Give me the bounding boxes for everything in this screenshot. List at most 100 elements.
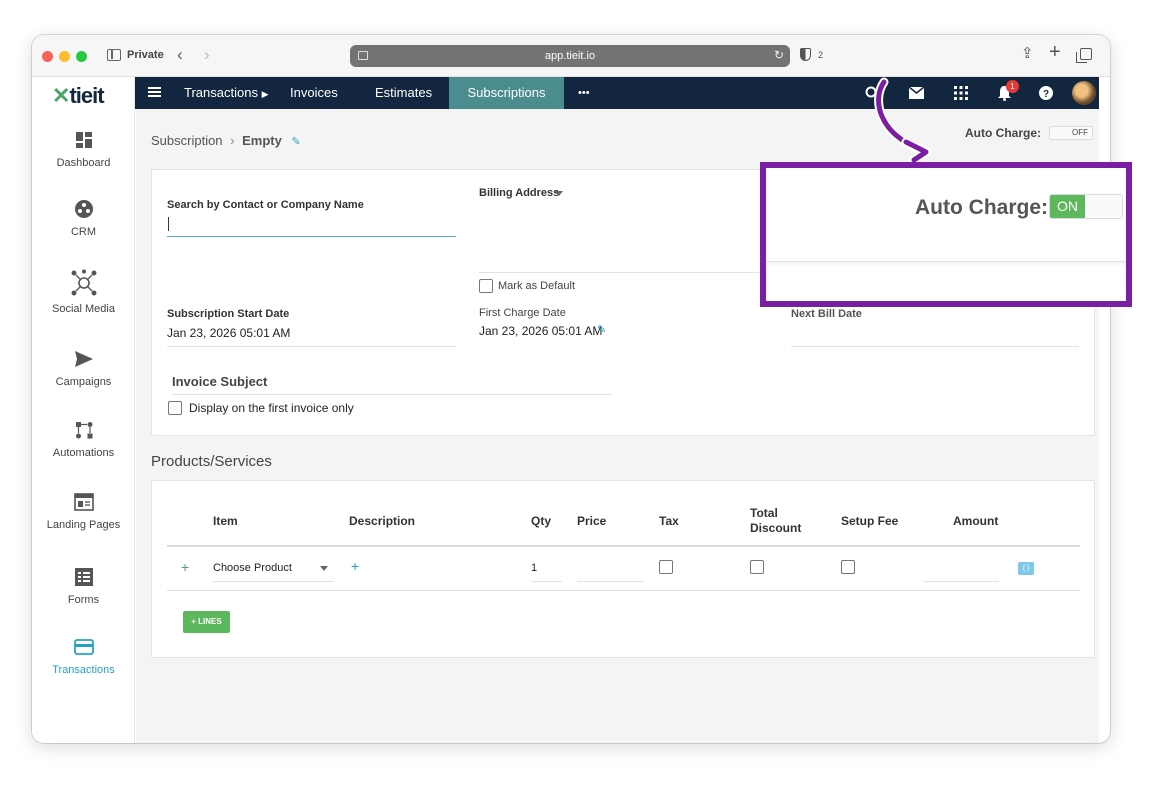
auto-charge-callout: Auto Charge: ON	[760, 162, 1132, 307]
help-icon[interactable]: ?	[1039, 86, 1053, 100]
top-navigation: Transactions ▶ Invoices Estimates Subscr…	[135, 77, 1099, 115]
qty-input[interactable]: 1	[531, 562, 537, 574]
sidebar-item-label: Dashboard	[56, 157, 111, 169]
add-row-icon[interactable]: +	[181, 559, 189, 575]
add-description-icon[interactable]: +	[351, 558, 359, 574]
address-bar[interactable]: app.tieit.io ↻	[350, 45, 790, 67]
tab-estimates[interactable]: Estimates	[375, 77, 432, 109]
breadcrumb: Subscription › Empty ✎	[151, 133, 301, 148]
column-header-tax: Tax	[659, 514, 679, 528]
products-card: Item Description Qty Price Tax Total Dis…	[151, 480, 1095, 658]
billing-address-label[interactable]: Billing Address	[479, 187, 559, 199]
tab-invoices[interactable]: Invoices	[290, 77, 338, 109]
sidebar-item-label: Social Media	[52, 303, 115, 315]
share-icon[interactable]: ⇪	[1021, 44, 1034, 62]
mark-default-checkbox[interactable]	[479, 279, 493, 293]
callout-auto-charge-label: Auto Charge:	[915, 196, 1048, 219]
tab-overview-icon[interactable]	[1076, 48, 1092, 63]
code-icon[interactable]: { }	[1018, 562, 1034, 575]
choose-product-select[interactable]: Choose Product	[213, 562, 292, 574]
more-tabs-button[interactable]: •••	[578, 77, 590, 109]
tab-transactions[interactable]: Transactions ▶	[184, 77, 268, 109]
minimize-window-button[interactable]	[59, 51, 70, 62]
sidebar-item-transactions[interactable]: Transactions	[32, 636, 135, 676]
new-tab-icon[interactable]: +	[1049, 41, 1061, 64]
sidebar-item-dashboard[interactable]: Dashboard	[32, 129, 135, 169]
notification-badge: 1	[1006, 80, 1019, 93]
landing-pages-icon	[73, 493, 94, 511]
first-charge-label: First Charge Date	[479, 307, 566, 319]
shield-icon[interactable]	[800, 48, 811, 61]
column-header-item: Item	[213, 514, 238, 528]
tab-subscriptions[interactable]: Subscriptions	[449, 77, 564, 115]
apps-grid-icon[interactable]	[954, 86, 968, 100]
caret-right-icon: ▶	[261, 89, 269, 99]
maximize-window-button[interactable]	[76, 51, 87, 62]
setup-fee-checkbox[interactable]	[841, 560, 855, 574]
close-window-button[interactable]	[42, 51, 53, 62]
breadcrumb-parent[interactable]: Subscription	[151, 133, 223, 148]
tax-checkbox[interactable]	[659, 560, 673, 574]
sidebar-item-landing-pages[interactable]: Landing Pages	[32, 491, 135, 531]
sidebar-item-label: Forms	[67, 594, 100, 606]
sidebar-item-forms[interactable]: Forms	[32, 566, 135, 606]
text-cursor	[168, 217, 169, 231]
sidebar-item-label: Transactions	[52, 664, 115, 676]
display-first-checkbox[interactable]	[168, 401, 182, 415]
auto-charge-label: Auto Charge:	[965, 126, 1041, 140]
logo-text: tieit	[69, 83, 104, 108]
invoice-subject-label[interactable]: Invoice Subject	[172, 374, 267, 389]
edit-pencil-icon[interactable]: ✎	[597, 323, 606, 336]
mark-default-label: Mark as Default	[498, 280, 576, 292]
amount-input[interactable]	[923, 581, 999, 582]
url-text: app.tieit.io	[544, 50, 596, 62]
next-bill-label: Next Bill Date	[791, 308, 862, 320]
logo[interactable]: ✕tieit	[52, 83, 105, 109]
browser-window: Private ‹ › app.tieit.io ↻ 2 ⇪ + ✕tieit …	[32, 35, 1110, 743]
breadcrumb-current: Empty	[242, 133, 282, 148]
sidebar-item-label: Automations	[52, 447, 115, 459]
menu-icon[interactable]	[148, 87, 161, 97]
display-first-label: Display on the first invoice only	[189, 401, 354, 415]
edit-pencil-icon[interactable]: ✎	[292, 136, 301, 148]
first-charge-value[interactable]: Jan 23, 2026 05:01 AM	[479, 324, 602, 338]
callout-field	[766, 262, 1126, 301]
products-section-title: Products/Services	[151, 453, 272, 470]
dashboard-icon	[75, 132, 92, 148]
price-input[interactable]	[577, 581, 644, 582]
qty-underline	[531, 581, 562, 582]
sidebar-item-crm[interactable]: CRM	[32, 198, 135, 238]
chevron-down-icon[interactable]	[555, 191, 563, 196]
breadcrumb-separator: ›	[230, 133, 235, 148]
column-header-total-discount: Total Discount	[750, 506, 802, 535]
reload-icon[interactable]: ↻	[774, 48, 784, 62]
row-divider	[167, 590, 1080, 591]
sidebar-item-campaigns[interactable]: Campaigns	[32, 348, 135, 388]
column-header-amount: Amount	[953, 514, 999, 528]
browser-toolbar: Private ‹ › app.tieit.io ↻ 2 ⇪ +	[32, 35, 1110, 77]
tab-label: Transactions	[184, 85, 258, 100]
avatar[interactable]	[1072, 81, 1096, 105]
column-header-qty: Qty	[531, 514, 552, 528]
start-date-label: Subscription Start Date	[167, 308, 290, 320]
chevron-down-icon[interactable]	[320, 566, 328, 571]
forward-arrow-icon[interactable]: ›	[204, 45, 210, 65]
sidebar-item-social-media[interactable]: Social Media	[32, 269, 135, 315]
credit-card-icon	[73, 639, 94, 655]
column-header-description: Description	[349, 514, 416, 528]
sidebar-item-automations[interactable]: Automations	[32, 419, 135, 459]
contact-search-label: Search by Contact or Company Name	[167, 199, 364, 211]
billing-address-divider	[479, 272, 769, 273]
start-date-value[interactable]: Jan 23, 2026 05:01 AM	[167, 326, 290, 340]
table-header-divider	[167, 545, 1080, 547]
total-discount-checkbox[interactable]	[750, 560, 764, 574]
contact-search-input[interactable]	[167, 236, 456, 237]
back-arrow-icon[interactable]: ‹	[177, 45, 183, 65]
next-bill-underline	[791, 346, 1079, 347]
sidebar-toggle-icon[interactable]	[107, 49, 121, 61]
invoice-subject-input[interactable]	[172, 394, 612, 395]
column-header-price: Price	[577, 514, 607, 528]
callout-auto-charge-toggle[interactable]: ON	[1049, 194, 1123, 219]
add-lines-button[interactable]: + LINES	[183, 611, 230, 633]
auto-charge-toggle[interactable]: OFF	[1049, 126, 1093, 140]
